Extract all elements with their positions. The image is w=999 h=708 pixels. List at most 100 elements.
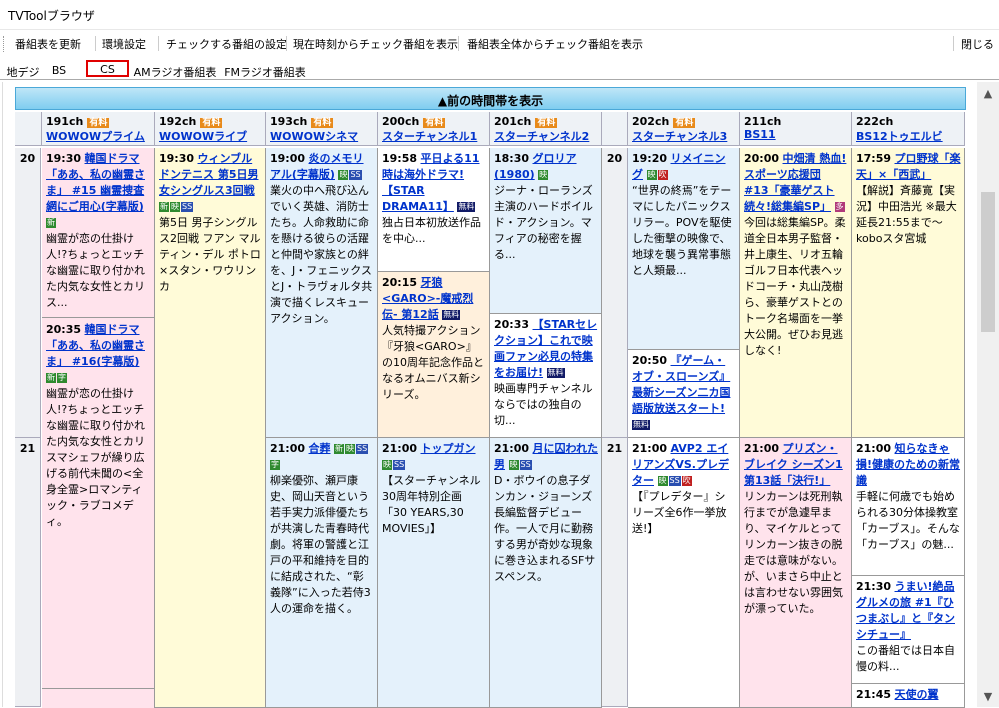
program-description: 映画専門チャンネルならではの独自の切... [494,382,593,427]
close-button[interactable]: 閉じる [961,36,994,52]
program-cell[interactable]: 21:00 AVP2 エイリアンズVS.プレデター 映 SS 吹 【『プレデター』シ… [628,438,739,708]
channel-column-222: 17:59 プロ野球「楽天」×「西武」 【解説】斉藤寛【実況】中田浩光 ※最大延… [852,148,965,708]
program-title-link[interactable]: 天使の翼 [895,688,939,701]
channel-header-192[interactable]: 192ch 有料 WOWOWライブ [155,112,266,146]
channel-header-211[interactable]: 211ch BS11 [740,112,852,146]
program-cell[interactable]: 19:30 ウィンブルドンテニス 第5日男女シングルス3回戦 新映 SS 第5日 … [155,148,265,708]
channel-name-link[interactable]: WOWOWライブ [159,128,265,144]
program-cell[interactable]: 21:00 月に囚われた男 映 SS D・ボウイの息子ダンカン・ジョーンズ長編監督… [490,438,601,708]
program-cell[interactable]: 19:00 炎のメモリアル(字幕版) 映 SS 業火の中へ飛び込んでいく英雄、消防… [266,148,377,438]
program-cell[interactable]: 20:33 【STARセレクション】これで映画ファン必見の特集をお届け! 無料 … [490,314,601,438]
channel-column-192: 19:30 ウィンブルドンテニス 第5日男女シングルス3回戦 新映 SS 第5日 … [155,148,266,708]
channel-number: 200ch [382,115,420,128]
program-cell[interactable]: 20:50 『ゲーム・オブ・スローンズ』最新シーズン二カ国語版放送スタート! 無… [628,350,739,438]
badge-new: 新 [159,202,169,212]
scroll-up-icon[interactable]: ▲ [977,82,999,104]
program-time: 19:20 [632,152,668,165]
badge-hd: 映 [508,460,519,470]
program-cell[interactable]: 19:20 リメイニング 映吹 “世界の終焉”をテーマにしたパニックスリラー。P… [628,148,739,350]
program-cell[interactable]: 21:00 トップガン 映 SS 【スターチャンネル30周年特別企画「30 YEA… [378,438,489,708]
vertical-scrollbar[interactable]: ▲ ▼ [977,82,999,707]
badge-hd: 映 [657,476,668,486]
badge-hd: 映 [345,444,356,454]
scrollbar-thumb[interactable] [981,192,995,332]
program-time: 20:33 [494,318,530,331]
program-description: 【スターチャンネル30周年特別企画「30 YEARS,30 MOVIES」】 [382,474,481,535]
program-cell[interactable]: 21:00 知らなきゃ損!健康のための新常識 手軽に何歳でも始められる30分体操… [852,438,964,576]
program-time: 21:00 [632,442,668,455]
channel-name-link[interactable]: スターチャンネル3 [632,128,739,144]
channel-header-200[interactable]: 200ch 有料 スターチャンネル1 [378,112,490,146]
tab-am-radio[interactable]: AMラジオ番組表 [131,60,219,80]
tab-terrestrial[interactable]: 地デジ [4,60,42,80]
check-settings-button[interactable]: チェックする番組の設定 [166,36,287,52]
program-cell[interactable]: 19:30 韓国ドラマ「ああ、私の幽霊さま」 #15 幽霊捜査網にご用心(字幕版… [42,148,154,318]
channel-number: 222ch [856,115,894,128]
program-title-link[interactable]: トップガン [421,442,476,455]
channel-header-201[interactable]: 201ch 有料 スターチャンネル2 [490,112,602,146]
toolbar-separator [95,36,96,51]
program-time: 21:00 [494,442,530,455]
badge-new: 新 [46,218,56,228]
channel-name-link[interactable]: スターチャンネル1 [382,128,489,144]
refresh-button[interactable]: 番組表を更新 [15,36,81,52]
tab-bs[interactable]: BS [44,60,74,80]
program-title-link[interactable]: 合葬 [309,442,331,455]
program-cell[interactable]: 19:58 平日よる11時は海外ドラマ!【STAR DRAMA11】 無料 独占… [378,148,489,272]
program-time: 21:00 [856,442,892,455]
channel-name-link[interactable]: スターチャンネル2 [494,128,601,144]
window-titlebar: TVToolブラウザ [0,0,999,30]
toolbar-grip[interactable] [3,36,5,52]
badge-ss: SS [393,460,406,470]
program-description: 業火の中へ飛び込んでいく英雄、消防士たち。人命救助に命を懸ける彼らの活躍と仲間や… [270,184,373,325]
settings-button[interactable]: 環境設定 [102,36,146,52]
program-cell[interactable]: 20:00 中畑清 熱血!スポーツ応援団 #13「豪華ゲスト続々!総集編SP」 … [740,148,851,438]
program-cell[interactable]: 21:30 うまい!絶品グルメの旅 #1『ひつまぶし』と『タンシチュー』 この番… [852,576,964,684]
badge-hd: 映 [382,460,392,470]
badge-hd: 映 [170,202,180,212]
badge-sub: 字 [270,460,280,470]
hour-label: 21 [602,438,628,707]
channel-column-191: 19:30 韓国ドラマ「ああ、私の幽霊さま」 #15 幽霊捜査網にご用心(字幕版… [42,148,155,708]
pay-badge: 有料 [423,118,446,128]
channel-column-211: 20:00 中畑清 熱血!スポーツ応援団 #13「豪華ゲスト続々!総集編SP」 … [740,148,852,708]
check-now-button[interactable]: 現在時刻からチェック番組を表示 [293,36,458,52]
program-cell[interactable]: 20:35 韓国ドラマ「ああ、私の幽霊さま」 #16(字幕版) 新字 幽霊が恋の… [42,319,154,689]
program-cell[interactable]: 18:30 グロリア(1980) 映 ジーナ・ローランズ主演のハードボイルド・ア… [490,148,601,314]
tab-fm-radio[interactable]: FMラジオ番組表 [221,60,309,80]
program-cell[interactable]: 20:15 牙狼<GARO>-魔戒烈伝- 第12話 無料 人気特撮アクション『牙… [378,272,489,438]
program-time: 21:00 [744,442,780,455]
tab-cs[interactable]: CS [86,60,129,77]
toolbar-separator [158,36,159,51]
program-time: 20:50 [632,354,668,367]
badge-new: 新 [46,373,56,383]
channel-name-link[interactable]: WOWOWプライム [46,128,154,144]
channel-number: 192ch [159,115,197,128]
program-cell[interactable]: 21:00 プリズン・ブレイク シーズン1 第13話「決行!」 リンカーンは死刑… [740,438,851,708]
channel-number: 201ch [494,115,532,128]
channel-name-link[interactable]: BS11 [744,128,851,141]
badge-hd: 映 [646,170,657,180]
channel-header-222[interactable]: 222ch BS12トゥエルビ [852,112,965,146]
program-cell[interactable]: 21:45 天使の翼 [852,684,964,708]
badge-new: 新 [334,444,345,454]
previous-timeslot-button[interactable]: ▲前の時間帯を表示 [15,87,966,110]
scroll-down-icon[interactable]: ▼ [977,685,999,707]
program-time: 17:59 [856,152,892,165]
channel-header-191[interactable]: 191ch 有料 WOWOWプライム [42,112,155,146]
badge-multi: 多 [834,202,845,212]
channel-header-202[interactable]: 202ch 有料 スターチャンネル3 [628,112,740,146]
channel-column-202: 19:20 リメイニング 映吹 “世界の終焉”をテーマにしたパニックスリラー。P… [628,148,740,708]
channel-header-193[interactable]: 193ch 有料 WOWOWシネマ [266,112,378,146]
badge-free: 無料 [632,420,650,430]
badge-ss: SS [181,202,194,212]
program-time: 21:00 [382,442,418,455]
program-cell[interactable]: 17:59 プロ野球「楽天」×「西武」 【解説】斉藤寛【実況】中田浩光 ※最大延… [852,148,964,438]
hour-label: 21 [15,438,41,707]
channel-name-link[interactable]: WOWOWシネマ [270,128,377,144]
program-description: 人気特撮アクション『牙狼<GARO>』の10周年記念作品となるオムニバス新シリー… [382,324,484,401]
program-cell[interactable]: 21:00 合葬 新映 SS 字 柳楽優弥、瀬戸康史、岡山天音という若手実力派俳優た… [266,438,377,708]
check-all-button[interactable]: 番組表全体からチェック番組を表示 [467,36,643,52]
program-description: “世界の終焉”をテーマにしたパニックスリラー。POVを駆使した衝撃の映像で、地球… [632,184,732,277]
channel-name-link[interactable]: BS12トゥエルビ [856,128,964,144]
